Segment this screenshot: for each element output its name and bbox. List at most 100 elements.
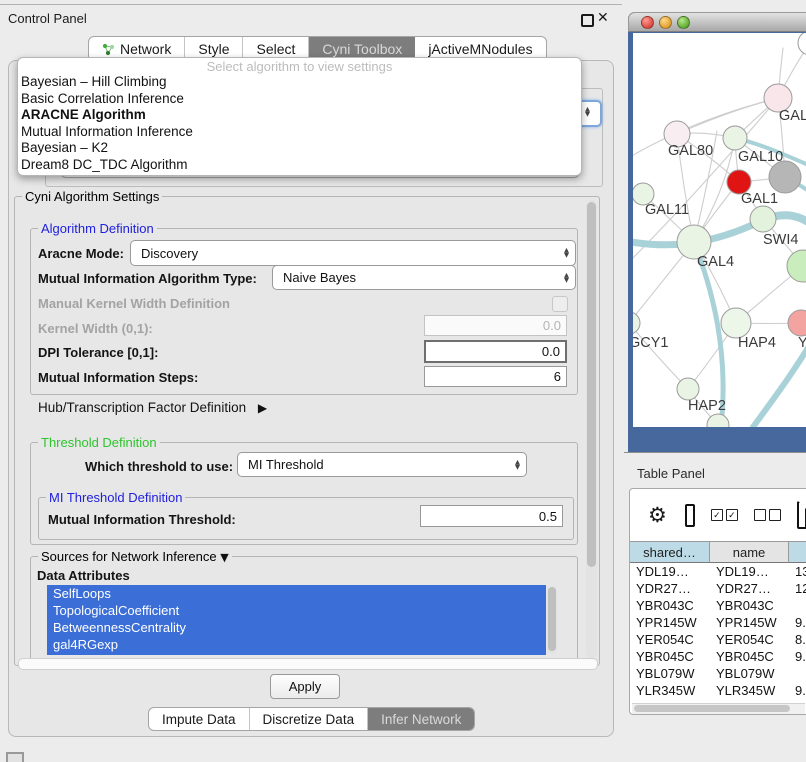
- network-node-SWI4[interactable]: [750, 206, 776, 232]
- table-cell: YDR27…: [710, 580, 789, 597]
- table-panel: ⚙ ✓✓ shared…name YDL19…YDL19…13YDR27…YDR…: [629, 488, 806, 715]
- mi-threshold-value: 0.5: [539, 509, 557, 524]
- network-edge[interactable]: [633, 323, 688, 389]
- table-cell: 12: [789, 580, 806, 597]
- checked-boxes-icon[interactable]: ✓✓: [711, 509, 738, 521]
- mac-minimize-icon[interactable]: [659, 16, 672, 29]
- data-attributes-list[interactable]: SelfLoopsTopologicalCoefficientBetweenne…: [47, 585, 546, 655]
- tab-label: Style: [198, 41, 229, 57]
- restore-window-icon[interactable]: [581, 14, 594, 27]
- list-scrollbar[interactable]: [547, 586, 557, 654]
- network-window-titlebar[interactable]: [628, 12, 806, 32]
- hub-definition-label: Hub/Transcription Factor Definition: [38, 400, 246, 415]
- table-row[interactable]: YPR145WYPR145W9.: [630, 614, 806, 631]
- table-row[interactable]: YDL19…YDL19…13: [630, 563, 806, 580]
- tab-discretize-data[interactable]: Discretize Data: [249, 708, 368, 730]
- table-cell: YBR043C: [630, 597, 710, 614]
- network-node-gray-node[interactable]: [769, 161, 801, 193]
- tab-impute-data[interactable]: Impute Data: [149, 708, 249, 730]
- table-cell: 13: [789, 563, 806, 580]
- table-row[interactable]: YBR043CYBR043C: [630, 597, 806, 614]
- aracne-mode-combobox[interactable]: Discovery ▲▼: [130, 240, 576, 266]
- table-cell: YBL079W: [630, 665, 710, 682]
- settings-horizontal-scrollbar[interactable]: [18, 658, 598, 670]
- table-row[interactable]: YLR345WYLR345W9.: [630, 682, 806, 699]
- application-root: Control Panel ✕ NetworkStyleSelectCyni T…: [0, 0, 806, 762]
- mi-threshold-input[interactable]: 0.5: [420, 505, 563, 527]
- aracne-mode-label: Aracne Mode:: [38, 246, 124, 261]
- gear-icon[interactable]: ⚙: [648, 505, 667, 526]
- list-item-selected[interactable]: TopologicalCoefficient: [47, 602, 546, 619]
- network-node-HAP4[interactable]: [721, 308, 751, 338]
- network-node-partial-top[interactable]: [798, 33, 806, 55]
- mi-threshold-label: Mutual Information Threshold:: [48, 512, 236, 527]
- kernel-width-input[interactable]: 0.0: [424, 315, 567, 336]
- network-graph[interactable]: GALGAL80GAL10GAL1GAL11SWI4GAL4GCY1HAP4YH…: [633, 33, 806, 427]
- split-columns-icon[interactable]: [685, 504, 695, 527]
- threshold-definition-title: Threshold Definition: [38, 435, 160, 450]
- table-horizontal-scrollbar[interactable]: [632, 703, 805, 714]
- close-window-icon[interactable]: ✕: [597, 9, 609, 26]
- mi-threshold-group-title: MI Threshold Definition: [46, 490, 185, 505]
- document-icon[interactable]: [797, 501, 806, 529]
- node-label-HAP4: HAP4: [738, 335, 776, 351]
- dropdown-item[interactable]: Mutual Information Inference: [18, 124, 581, 141]
- column-header-shared…[interactable]: shared…: [630, 541, 710, 563]
- column-header-name[interactable]: name: [710, 541, 789, 563]
- hub-definition-expander[interactable]: Hub/Transcription Factor Definition ▶: [38, 400, 267, 415]
- apply-button[interactable]: Apply: [270, 674, 340, 699]
- dpi-tolerance-input[interactable]: 0.0: [424, 340, 567, 363]
- list-item-selected[interactable]: gal4RGexp: [47, 636, 546, 653]
- mi-algorithm-type-combobox[interactable]: Naive Bayes ▲▼: [272, 265, 576, 290]
- top-divider: [0, 4, 622, 5]
- kernel-width-label: Kernel Width (0,1):: [38, 321, 153, 336]
- column-header-partial[interactable]: [789, 541, 806, 563]
- settings-scrollbar-thumb[interactable]: [587, 202, 596, 567]
- expanded-arrow-icon: ▼: [220, 551, 228, 564]
- network-icon: [102, 43, 115, 56]
- table-panel-divider: [624, 452, 806, 453]
- list-scrollbar-thumb[interactable]: [548, 587, 556, 651]
- dropdown-item[interactable]: Basic Correlation Inference: [18, 91, 581, 108]
- settings-vertical-scrollbar[interactable]: [586, 200, 597, 658]
- unchecked-boxes-icon[interactable]: [754, 509, 781, 521]
- table-hscroll-thumb[interactable]: [634, 705, 790, 712]
- control-panel-title: Control Panel: [8, 11, 87, 26]
- list-item-selected[interactable]: SelfLoops: [47, 585, 546, 602]
- mac-zoom-icon[interactable]: [677, 16, 690, 29]
- node-label-GCY1: GCY1: [633, 335, 669, 351]
- network-canvas[interactable]: GALGAL80GAL10GAL1GAL11SWI4GAL4GCY1HAP4YH…: [633, 33, 806, 427]
- mi-steps-input[interactable]: 6: [424, 366, 567, 387]
- table-row[interactable]: YER054CYER054C8.: [630, 631, 806, 648]
- dpi-tolerance-label: DPI Tolerance [0,1]:: [38, 345, 158, 360]
- list-item-selected[interactable]: BetweennessCentrality: [47, 619, 546, 636]
- table-row[interactable]: YBR045CYBR045C9.: [630, 648, 806, 665]
- manual-kernel-width-checkbox[interactable]: [552, 296, 568, 312]
- table-panel-title: Table Panel: [637, 466, 705, 481]
- algorithm-dropdown-popup: Select algorithm to view settings Bayesi…: [17, 57, 582, 176]
- collapsed-arrow-icon: ▶: [258, 401, 267, 415]
- table-row[interactable]: YDR27…YDR27…12: [630, 580, 806, 597]
- table-cell: YER054C: [710, 631, 789, 648]
- dropdown-item[interactable]: ARACNE Algorithm: [18, 107, 581, 124]
- which-threshold-combobox[interactable]: MI Threshold ▲▼: [237, 452, 527, 477]
- table-cell: YPR145W: [710, 614, 789, 631]
- tab-infer-network[interactable]: Infer Network: [367, 708, 474, 730]
- minimized-panel-icon[interactable]: [6, 752, 24, 762]
- dropdown-item[interactable]: Bayesian – Hill Climbing: [18, 74, 581, 91]
- table-cell: YLR345W: [710, 682, 789, 699]
- table-rows: YDL19…YDL19…13YDR27…YDR27…12YBR043CYBR04…: [630, 563, 806, 703]
- dpi-tolerance-value: 0.0: [542, 344, 560, 359]
- network-node-HAP2[interactable]: [677, 378, 699, 400]
- kernel-width-value: 0.0: [543, 318, 561, 333]
- mac-close-icon[interactable]: [641, 16, 654, 29]
- mi-steps-value: 6: [554, 369, 561, 384]
- network-node-GAL10[interactable]: [723, 126, 747, 150]
- table-cell: YBR045C: [710, 648, 789, 665]
- dropdown-item[interactable]: Dream8 DC_TDC Algorithm: [18, 157, 581, 174]
- tab-label: Cyni Toolbox: [322, 41, 402, 57]
- network-node-GCY1[interactable]: [633, 312, 640, 334]
- dropdown-item[interactable]: Bayesian – K2: [18, 140, 581, 157]
- network-node-salmon-node[interactable]: [788, 310, 806, 336]
- table-row[interactable]: YBL079WYBL079W: [630, 665, 806, 682]
